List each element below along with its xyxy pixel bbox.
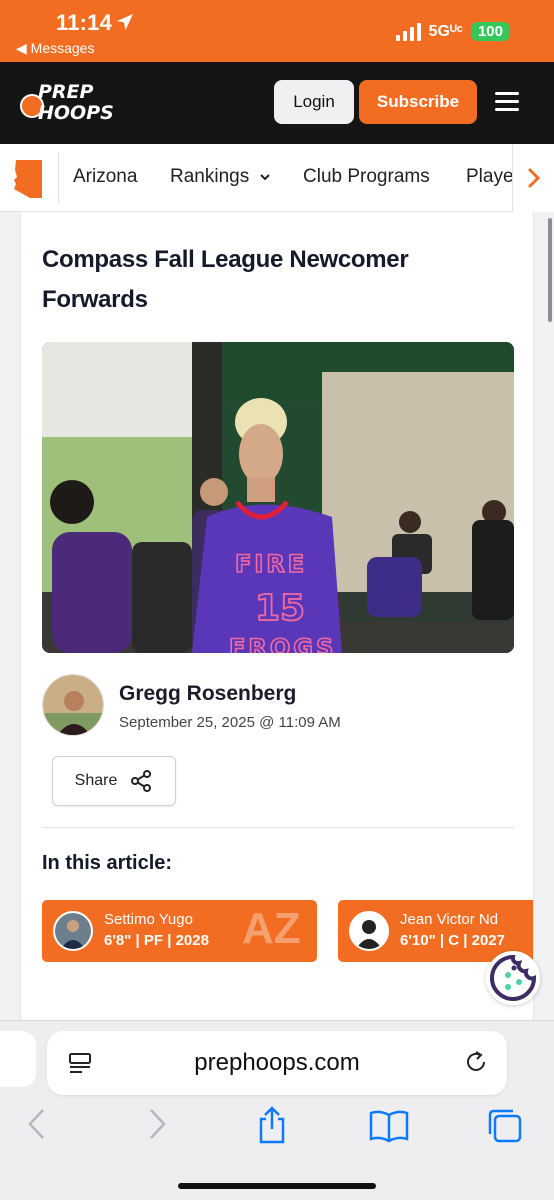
status-indicators: 5Gᵁᶜ 100: [395, 22, 510, 41]
player-avatar-placeholder: [349, 911, 389, 951]
player-info: 6'8" | PF | 2028: [104, 932, 209, 949]
share-button[interactable]: Share: [52, 756, 176, 806]
nav-scroll-right-button[interactable]: [512, 144, 554, 212]
home-indicator[interactable]: [178, 1183, 376, 1189]
previous-tab-preview[interactable]: [0, 1031, 36, 1087]
logo-text: PREP HOOPS: [38, 81, 114, 124]
article-hero-image[interactable]: FIRE 15 FROGS: [42, 342, 514, 653]
prephoops-logo[interactable]: PREP HOOPS: [20, 80, 124, 128]
share-icon: [131, 770, 152, 792]
region-nav: Arizona Rankings Club Programs Playe: [0, 144, 554, 212]
jersey-text-2: FROGS: [229, 634, 336, 653]
nav-item-players[interactable]: Playe: [466, 166, 514, 188]
network-type: 5Gᵁᶜ: [428, 22, 463, 40]
player-name: Settimo Yugo: [104, 911, 193, 928]
bookmarks-icon[interactable]: [368, 1109, 410, 1143]
safari-toolbar: prephoops.com: [0, 1020, 554, 1200]
share-label: Share: [74, 772, 118, 789]
share-sheet-icon[interactable]: [256, 1105, 288, 1145]
cookie-icon: [490, 954, 537, 1001]
subscribe-button[interactable]: Subscribe: [359, 80, 477, 124]
back-to-messages-link[interactable]: ◀ Messages: [16, 40, 94, 57]
player-carousel: Settimo Yugo 6'8" | PF | 2028 AZ Jean Vi…: [42, 900, 533, 964]
reload-icon[interactable]: [463, 1049, 489, 1075]
hero-photo: FIRE 15 FROGS: [42, 342, 514, 653]
arizona-state-icon[interactable]: [12, 158, 46, 200]
login-button[interactable]: Login: [274, 80, 354, 124]
player-info: 6'10" | C | 2027: [400, 932, 505, 949]
publish-date: September 25, 2025 @ 11:09 AM: [119, 714, 341, 731]
forward-icon[interactable]: [146, 1107, 168, 1141]
player-state: AZ: [242, 904, 301, 953]
in-article-heading: In this article:: [42, 852, 173, 874]
author-avatar[interactable]: [42, 674, 104, 736]
player-avatar: [53, 911, 93, 951]
chevron-right-icon: [528, 168, 540, 188]
divider: [42, 827, 514, 828]
author-name[interactable]: Gregg Rosenberg: [119, 682, 296, 706]
divider: [58, 152, 59, 204]
site-header: PREP HOOPS Login Subscribe: [0, 62, 554, 144]
battery-icon: 100: [470, 22, 510, 41]
status-bar: 11:14 ◀ Messages 5Gᵁᶜ 100: [0, 0, 554, 62]
back-icon[interactable]: [26, 1107, 48, 1141]
jersey-text: FIRE: [235, 550, 307, 578]
player-name: Jean Victor Nd: [400, 911, 499, 928]
menu-icon[interactable]: [495, 92, 519, 112]
location-arrow-icon: [117, 14, 133, 30]
tabs-icon[interactable]: [486, 1107, 524, 1145]
address-bar[interactable]: prephoops.com: [47, 1031, 507, 1095]
cookie-settings-button[interactable]: [486, 951, 540, 1005]
url-text: prephoops.com: [194, 1049, 360, 1076]
cell-signal-icon: [395, 22, 421, 41]
chevron-down-icon: [259, 174, 270, 181]
nav-item-arizona[interactable]: Arizona: [73, 166, 137, 188]
article-title: Compass Fall League Newcomer Forwards: [42, 246, 409, 313]
nav-item-club-programs[interactable]: Club Programs: [303, 166, 430, 188]
nav-item-rankings[interactable]: Rankings: [170, 166, 271, 188]
status-time: 11:14: [56, 10, 113, 35]
jersey-number: 15: [255, 588, 305, 629]
player-card[interactable]: Settimo Yugo 6'8" | PF | 2028 AZ: [42, 900, 317, 962]
article-card: Compass Fall League Newcomer Forwards FI…: [20, 212, 534, 1020]
page-scrollbar[interactable]: [548, 218, 552, 322]
